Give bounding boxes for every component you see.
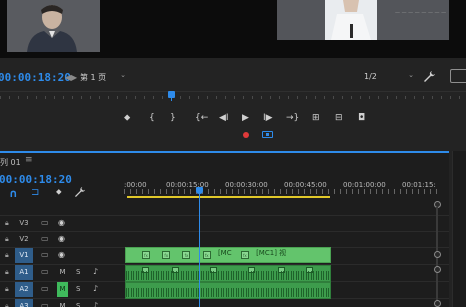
ruler-label: 00:01:15: [402, 181, 436, 189]
snap-icon[interactable]: ∩ [9, 187, 18, 200]
track-target-a1[interactable]: A1 [15, 265, 33, 280]
lock-icon[interactable]: 🔒︎ [5, 268, 9, 277]
record-icon[interactable] [243, 132, 249, 138]
program-video-frame: — — — — — — — — [277, 0, 449, 40]
source-playhead[interactable] [168, 91, 175, 98]
play-icon[interactable]: ▶ [242, 113, 249, 123]
track-target-v2[interactable]: V2 [15, 232, 33, 247]
source-ruler[interactable] [0, 91, 466, 100]
timeline-playhead-line [199, 194, 200, 307]
mark-in-icon[interactable]: { [149, 113, 155, 123]
mute-button[interactable]: M [57, 265, 68, 280]
chevron-down-icon: ⌄ [408, 71, 414, 79]
lock-icon[interactable]: 🔒︎ [5, 285, 9, 294]
export-frame-button[interactable] [450, 69, 466, 83]
audio-clip-a1[interactable] [125, 265, 331, 282]
eye-icon[interactable]: ◉ [58, 250, 65, 259]
microphone-icon[interactable]: ♪ [93, 301, 98, 307]
chevron-down-icon: ⌄ [120, 71, 126, 79]
sequence-tab-title[interactable]: 列 01 [0, 157, 21, 168]
sync-lock-icon[interactable]: ▭ [41, 267, 49, 276]
track-header-a3: 🔒︎ A3 ▭ M S ♪ [0, 299, 124, 307]
side-panel-strip [452, 151, 466, 307]
linked-selection-icon[interactable]: ⊐ [31, 187, 39, 198]
scale-select-value: 1/2 [364, 72, 377, 81]
microphone-icon[interactable]: ♪ [93, 284, 98, 293]
track-header-v2: 🔒︎ V2 ▭ ◉ [0, 232, 124, 248]
add-marker-icon[interactable]: ⬥ [124, 113, 130, 123]
lock-icon[interactable]: 🔒︎ [5, 219, 9, 228]
ruler-label: :00:00 [124, 181, 147, 189]
scroll-handle-bottom[interactable] [434, 300, 441, 307]
settings-wrench-icon[interactable] [424, 71, 435, 85]
clip-label: [MC1] 视 [256, 249, 287, 257]
track-target-v3[interactable]: V3 [15, 216, 33, 231]
mark-out-icon[interactable]: } [170, 113, 176, 123]
fx-badge-icon: fx [182, 251, 191, 259]
safe-margins-icon[interactable] [262, 131, 273, 138]
eye-icon[interactable]: ◉ [58, 234, 65, 243]
audio-clip-a2[interactable] [125, 282, 331, 299]
scroll-handle-lower[interactable] [434, 266, 441, 273]
panel-menu-icon[interactable]: ≡ [25, 155, 33, 165]
timeline-playhead[interactable] [196, 187, 203, 194]
sync-lock-icon[interactable]: ▭ [41, 301, 49, 307]
ruler-label: 00:01:00:00 [343, 181, 386, 189]
lock-icon[interactable]: 🔒︎ [5, 251, 9, 260]
source-playhead-line [171, 98, 172, 101]
solo-button[interactable]: S [76, 268, 80, 276]
eye-icon[interactable]: ◉ [58, 218, 65, 227]
microphone-icon[interactable]: ♪ [93, 267, 98, 276]
sync-lock-icon[interactable]: ▭ [41, 250, 49, 259]
audio-waveform [126, 288, 330, 297]
sync-lock-icon[interactable]: ▭ [41, 284, 49, 293]
camera-icon[interactable]: ◘ [358, 113, 365, 123]
track-target-v1[interactable]: V1 [15, 248, 33, 263]
go-to-in-icon[interactable]: {← [195, 113, 208, 123]
sync-lock-icon[interactable]: ▭ [41, 218, 49, 227]
scroll-handle-mid[interactable] [434, 251, 441, 258]
solo-button[interactable]: S [76, 285, 80, 293]
overwrite-icon[interactable]: ⊟ [335, 113, 343, 123]
fx-badge-icon: fx [202, 251, 211, 259]
lock-icon[interactable]: 🔒︎ [5, 235, 9, 244]
lock-icon[interactable]: 🔒︎ [5, 302, 9, 307]
scale-select[interactable]: 1/2 ⌄ [364, 71, 414, 83]
next-page-icon[interactable]: ▶ [71, 73, 77, 82]
fx-badge-icon: fx [240, 251, 249, 259]
track-header-a2: 🔒︎ A2 ▭ M S ♪ [0, 282, 124, 298]
page-select[interactable]: 第 1 页 ⌄ [80, 71, 128, 83]
video-clip-v1[interactable]: fx fx fx fx [MC fx [MC1] 视 [125, 247, 331, 263]
source-video-frame [7, 0, 100, 52]
ruler-ticks [124, 189, 442, 194]
source-timecode[interactable]: 00:00:18:20 [0, 71, 71, 84]
track-header-a1: 🔒︎ A1 ▭ M S ♪ [0, 265, 124, 281]
timeline-vertical-scrollbar[interactable] [434, 199, 441, 307]
timeline-timecode[interactable]: 00:00:18:20 [0, 173, 72, 186]
mute-button[interactable]: M [57, 282, 68, 297]
insert-icon[interactable]: ⊞ [312, 113, 320, 123]
add-marker-icon[interactable]: ⬥ [56, 187, 62, 197]
step-forward-icon[interactable]: I▶ [263, 113, 273, 123]
sync-lock-icon[interactable]: ▭ [41, 234, 49, 243]
track-header-v3: 🔒︎ V3 ▭ ◉ [0, 216, 124, 232]
track-target-a2[interactable]: A2 [15, 282, 33, 297]
track-target-a3[interactable]: A3 [15, 299, 33, 307]
track-header-v1: 🔒︎ V1 ▭ ◉ [0, 248, 124, 264]
go-to-out-icon[interactable]: →} [286, 113, 299, 123]
step-back-icon[interactable]: ◀I [219, 113, 229, 123]
page-select-value: 第 1 页 [80, 73, 107, 82]
mute-button[interactable]: M [57, 299, 68, 307]
ruler-label: 00:00:45:00 [284, 181, 327, 189]
program-watermark: — — — — — — — — [395, 10, 447, 16]
fx-badge-icon: fx [142, 251, 150, 259]
clip-label: [MC [217, 249, 232, 257]
audio-waveform [126, 271, 330, 280]
work-area-bar[interactable] [127, 196, 330, 198]
timeline-settings-wrench-icon[interactable] [75, 187, 85, 200]
ruler-label: 00:00:30:00 [225, 181, 268, 189]
fx-badge-icon: fx [162, 251, 171, 259]
solo-button[interactable]: S [76, 302, 80, 307]
